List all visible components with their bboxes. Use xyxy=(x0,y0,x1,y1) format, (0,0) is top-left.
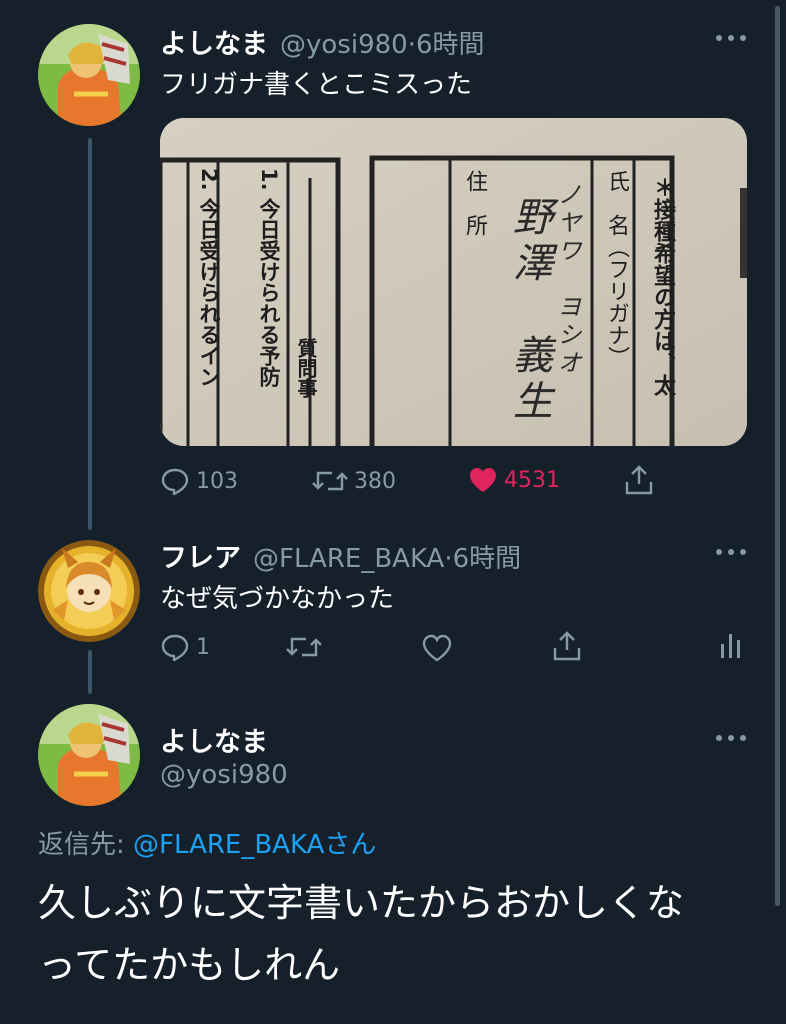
author-handle[interactable]: @FLARE_BAKA xyxy=(253,544,444,574)
retweet-icon xyxy=(286,637,322,657)
timestamp[interactable]: 6時間 xyxy=(453,538,522,575)
reply-button[interactable]: 103 xyxy=(160,466,238,496)
timestamp[interactable]: 6時間 xyxy=(416,24,485,61)
form-label-address: 住 所 xyxy=(462,170,487,236)
scrollbar[interactable] xyxy=(775,6,780,906)
retweet-icon xyxy=(312,471,348,491)
share-icon xyxy=(625,465,653,495)
reply-mention-suffix: さん xyxy=(324,830,377,860)
separator: · xyxy=(444,544,453,574)
retweet-button[interactable] xyxy=(286,632,322,662)
like-button[interactable] xyxy=(422,634,452,662)
form-question-header: 質問事 xyxy=(294,338,318,398)
share-button[interactable] xyxy=(624,464,654,496)
heart-filled-icon xyxy=(470,468,496,492)
tweet-2-header: フレア @FLARE_BAKA · 6時間 xyxy=(160,536,521,575)
tweet-text: なぜ気づかなかった xyxy=(160,584,395,614)
like-button[interactable]: 4531 xyxy=(468,466,560,494)
analytics-button[interactable] xyxy=(718,632,744,660)
tweet-thread: よしなま @yosi980 · 6時間 フリガナ書くとこミスった ＊接種希望の方… xyxy=(0,0,786,1024)
reply-button[interactable]: 1 xyxy=(160,632,210,662)
author-handle[interactable]: @yosi980 xyxy=(160,760,288,790)
tweet-text-line-1: 久しぶりに文字書いたからおかしくな xyxy=(38,881,685,925)
share-icon xyxy=(553,631,581,661)
tweet-1-header: よしなま @yosi980 · 6時間 xyxy=(160,22,485,61)
author-name[interactable]: よしなま xyxy=(160,22,268,61)
form-question-1: 1. 今日受けられる予防 xyxy=(257,168,281,387)
form-question-2: 2. 今日受けられるイン xyxy=(197,168,221,387)
thread-line xyxy=(88,650,92,694)
reply-icon xyxy=(161,468,189,496)
heart-outline-icon xyxy=(422,634,452,662)
avatar-yoshinama[interactable] xyxy=(38,704,140,806)
replying-to: 返信先: @FLARE_BAKAさん xyxy=(38,824,376,861)
reply-count: 103 xyxy=(196,468,238,494)
replying-to-label: 返信先: xyxy=(38,830,134,860)
avatar-yoshinama[interactable] xyxy=(38,24,140,126)
avatar-flare[interactable] xyxy=(38,540,140,642)
more-options-icon[interactable] xyxy=(716,548,746,556)
reply-icon xyxy=(161,634,189,662)
form-heading: ＊接種希望の方は、太 xyxy=(650,176,675,396)
retweet-count: 380 xyxy=(354,468,396,494)
author-name[interactable]: フレア xyxy=(160,536,241,575)
tweet-text-line-2: ってたかもしれん xyxy=(38,943,341,987)
more-options-icon[interactable] xyxy=(716,34,746,42)
share-button[interactable] xyxy=(552,630,582,662)
reply-count: 1 xyxy=(196,634,210,660)
separator: · xyxy=(407,30,416,60)
author-name[interactable]: よしなま xyxy=(160,720,268,759)
form-label-name: 氏 名（フリガナ） xyxy=(604,170,629,368)
tweet-photo[interactable]: ＊接種希望の方は、太 氏 名（フリガナ） 住 所 ノヤワ ヨシオ 野澤 義生 質… xyxy=(160,118,747,446)
like-count: 4531 xyxy=(504,467,560,493)
handwritten-name: 野澤 義生 xyxy=(506,196,552,426)
more-options-icon[interactable] xyxy=(716,734,746,742)
author-handle[interactable]: @yosi980 xyxy=(280,30,408,60)
thread-line xyxy=(88,138,92,530)
tweet-text: フリガナ書くとこミスった xyxy=(160,70,473,100)
analytics-icon xyxy=(721,634,740,658)
tweet-text: 久しぶりに文字書いたからおかしくな ってたかもしれん xyxy=(38,872,684,996)
retweet-button[interactable]: 380 xyxy=(312,466,396,496)
reply-mention-link[interactable]: @FLARE_BAKA xyxy=(133,830,324,860)
